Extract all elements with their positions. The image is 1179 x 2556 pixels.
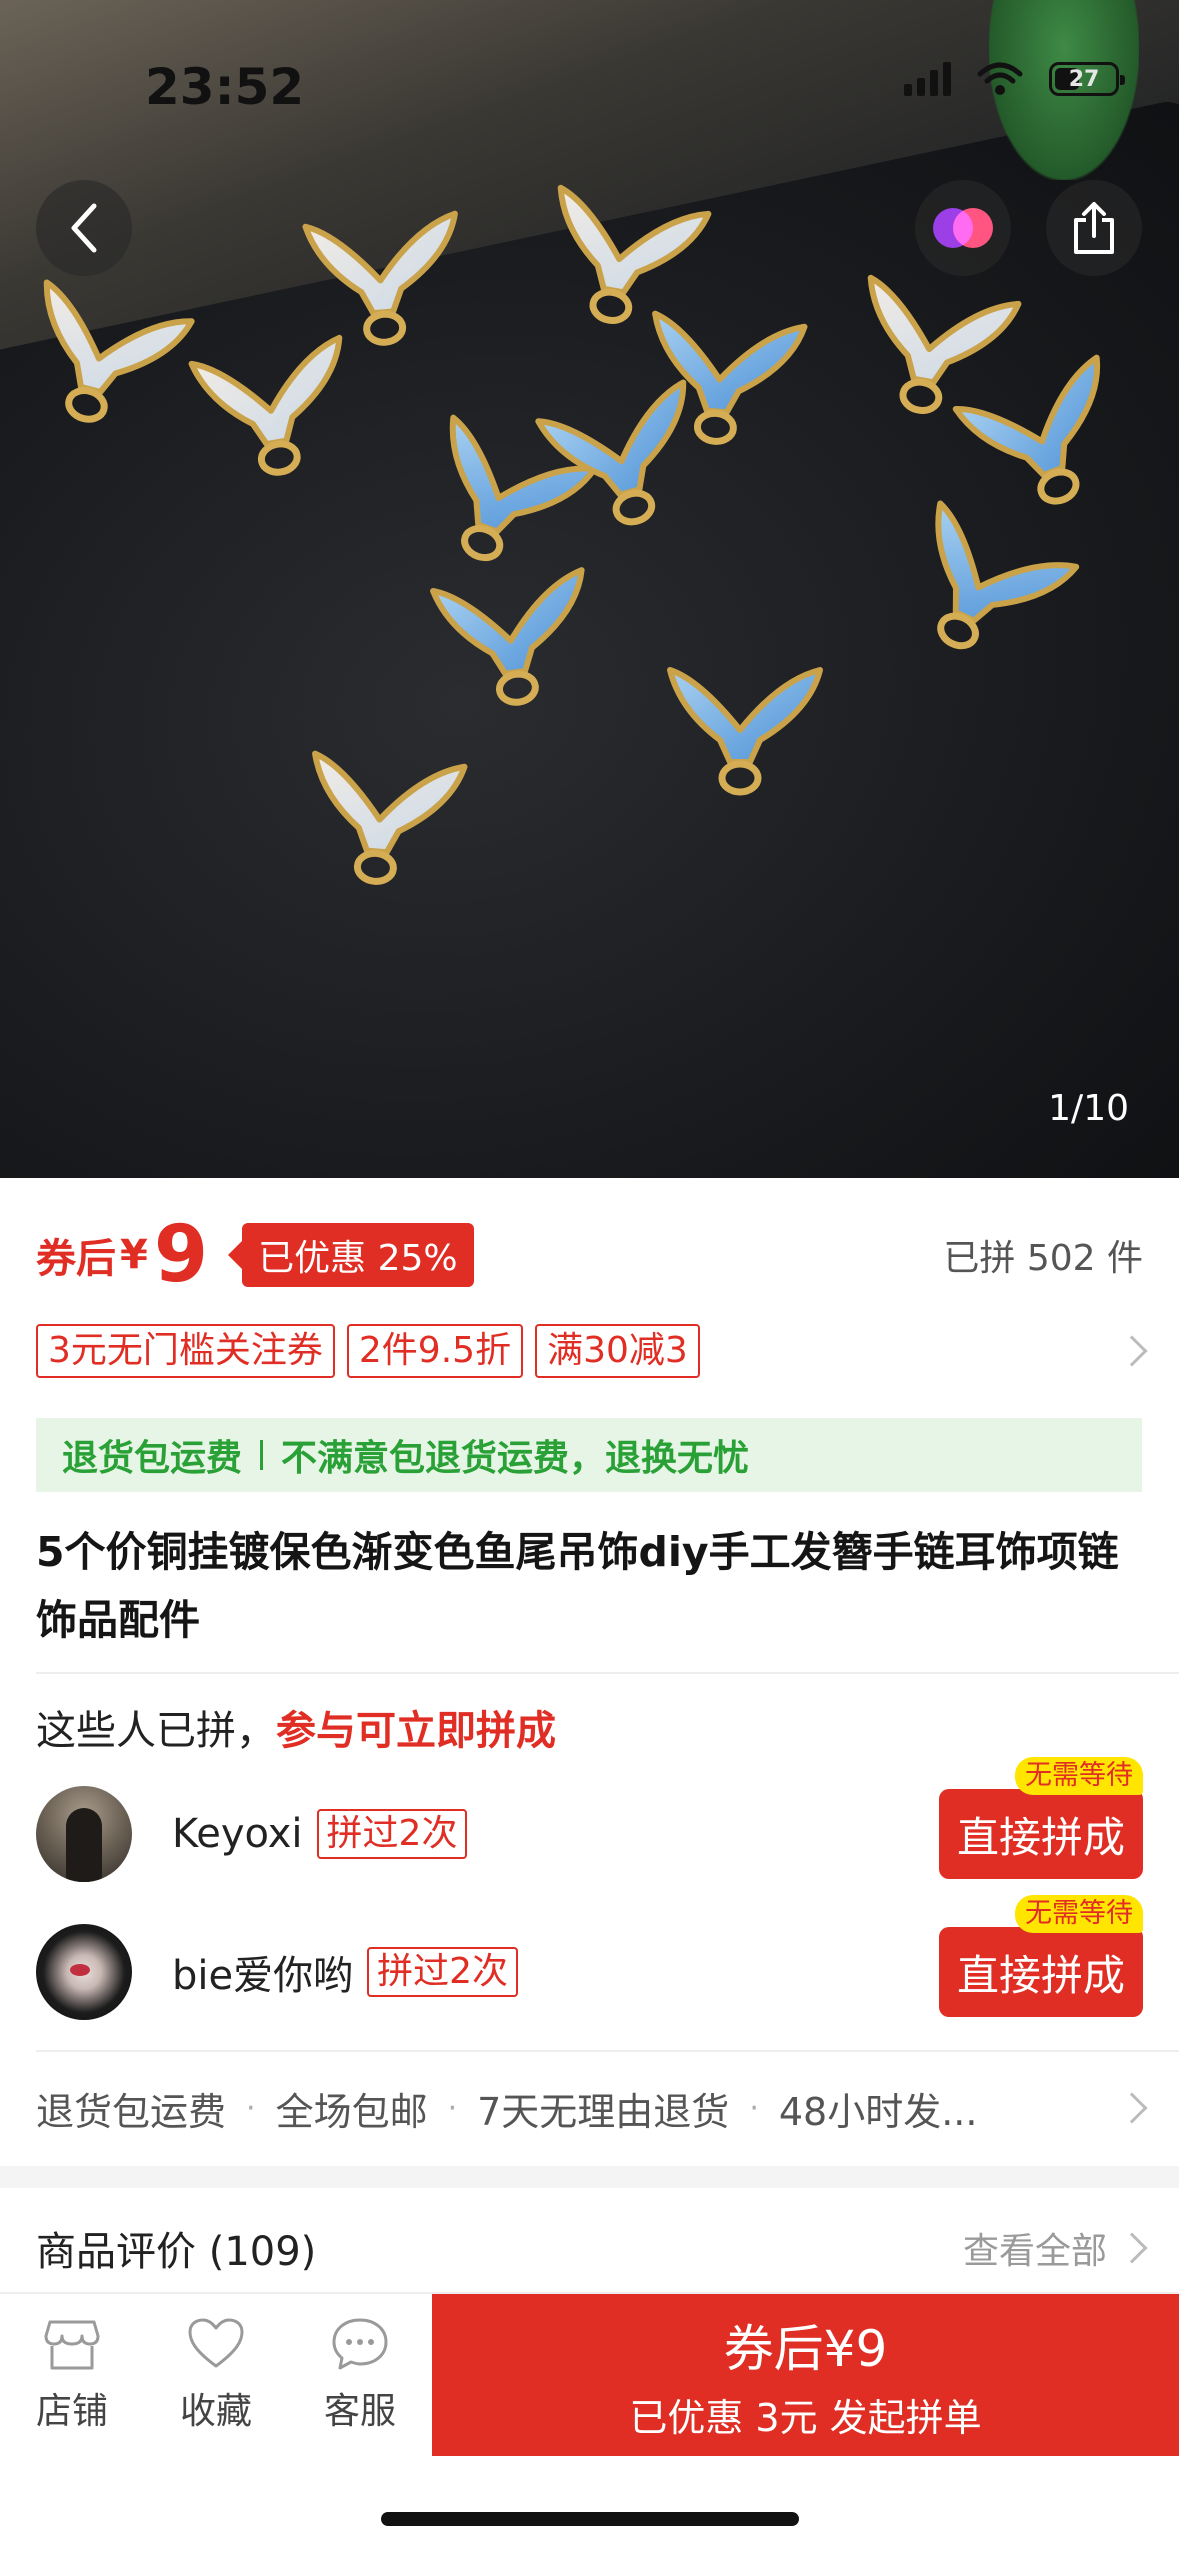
reviews-header[interactable]: 商品评价 (109) 查看全部 bbox=[36, 2218, 1148, 2278]
promo-threshold[interactable]: 满30减3 bbox=[535, 1324, 700, 1378]
wifi-icon bbox=[977, 62, 1023, 95]
return-guarantee-banner[interactable]: 退货包运费 不满意包退货运费，退换无忧 bbox=[36, 1418, 1142, 1492]
chevron-left-icon bbox=[71, 203, 97, 253]
promo-row[interactable]: 3元无门槛关注券 2件9.5折 满30减3 bbox=[36, 1322, 1148, 1380]
battery-icon: 27 bbox=[1049, 62, 1125, 96]
store-icon bbox=[44, 2320, 100, 2370]
chevron-right-icon bbox=[1116, 2232, 1148, 2264]
color-orbs-icon bbox=[931, 208, 995, 248]
join-group-button[interactable]: 直接拼成 bbox=[939, 1927, 1143, 2017]
tried-badge: 拼过2次 bbox=[316, 1809, 468, 1859]
join-group-button[interactable]: 直接拼成 bbox=[939, 1789, 1143, 1879]
home-indicator bbox=[381, 2512, 799, 2526]
separator-dot: · bbox=[246, 2090, 256, 2126]
separator-dot: · bbox=[749, 2090, 759, 2126]
group-heading-highlight: 参与可立即拼成 bbox=[276, 1708, 556, 1754]
favorite-tab[interactable]: 收藏 bbox=[144, 2294, 288, 2456]
tried-badge: 拼过2次 bbox=[367, 1947, 519, 1997]
reviews-label: 商品评价 (109) bbox=[36, 2229, 317, 2275]
bottom-action-bar: 店铺 收藏 客服 券后¥9 已优惠 3元 发起拼单 bbox=[0, 2292, 1179, 2456]
price-row: 券后 ¥ 9 已优惠 25% 已拼 502 件 bbox=[36, 1210, 1143, 1300]
whale-tail-charm bbox=[430, 567, 585, 706]
no-wait-badge: 无需等待 bbox=[1015, 1757, 1143, 1795]
customer-service-tab[interactable]: 客服 bbox=[288, 2294, 432, 2456]
guarantee-desc: 不满意包退货运费，退换无忧 bbox=[281, 1438, 750, 1479]
share-button[interactable] bbox=[1046, 180, 1142, 276]
favorite-label: 收藏 bbox=[179, 2391, 252, 2432]
product-title: 5个价铜挂镀保色渐变色鱼尾吊饰diy手工发簪手链耳饰项链饰品配件 bbox=[36, 1528, 1119, 1644]
divider-bar bbox=[260, 1440, 264, 1470]
chevron-right-icon bbox=[1116, 2092, 1148, 2124]
status-time: 23:52 bbox=[145, 58, 305, 116]
view-all-reviews-link[interactable]: 查看全部 bbox=[962, 2222, 1148, 2274]
product-image-gallery[interactable]: 23:52 27 1/10 bbox=[0, 0, 1179, 1178]
back-button[interactable] bbox=[36, 180, 132, 276]
no-wait-badge: 无需等待 bbox=[1015, 1895, 1143, 1933]
group-buyer-row: Keyoxi 拼过2次 无需等待 直接拼成 bbox=[36, 1757, 1143, 1884]
chat-bubble-icon bbox=[332, 2318, 388, 2370]
buyer-name: bie爱你哟 bbox=[172, 1953, 354, 1999]
service-item: 48小时发... bbox=[778, 2089, 978, 2134]
price-amount: 9 bbox=[153, 1210, 209, 1300]
signal-icon bbox=[904, 62, 951, 96]
avatar bbox=[36, 1924, 132, 2020]
sold-count: 已拼 502 件 bbox=[943, 1238, 1143, 1279]
service-guarantees-row[interactable]: 退货包运费 · 全场包邮 · 7天无理由退货 · 48小时发... bbox=[36, 2078, 1148, 2138]
discount-tag: 已优惠 25% bbox=[228, 1223, 474, 1287]
join-group-wrapper: 无需等待 直接拼成 bbox=[939, 1895, 1143, 2017]
buyer-name: Keyoxi bbox=[172, 1811, 303, 1857]
start-group-buy-button[interactable]: 券后¥9 已优惠 3元 发起拼单 bbox=[432, 2294, 1179, 2456]
separator-dot: · bbox=[447, 2090, 458, 2126]
promo-discount[interactable]: 2件9.5折 bbox=[346, 1324, 524, 1378]
divider bbox=[36, 2050, 1179, 2052]
view-all-text: 查看全部 bbox=[962, 2231, 1107, 2272]
whale-tail-charm bbox=[667, 667, 823, 796]
divider bbox=[36, 1672, 1179, 1674]
whale-tail-charm bbox=[652, 310, 808, 445]
join-group-wrapper: 无需等待 直接拼成 bbox=[939, 1757, 1143, 1879]
currency-symbol: ¥ bbox=[120, 1232, 148, 1278]
heart-icon bbox=[188, 2318, 244, 2368]
service-item: 7天无理由退货 bbox=[477, 2089, 730, 2134]
group-buyer-row: bie爱你哟 拼过2次 无需等待 直接拼成 bbox=[36, 1895, 1143, 2022]
service-item: 退货包运费 bbox=[36, 2089, 227, 2134]
service-item: 全场包邮 bbox=[275, 2089, 428, 2134]
group-heading-text: 这些人已拼， bbox=[36, 1708, 276, 1754]
guarantee-title: 退货包运费 bbox=[62, 1438, 243, 1479]
whale-tail-charm bbox=[312, 750, 468, 885]
whale-tail-charm bbox=[188, 334, 343, 476]
shop-tab[interactable]: 店铺 bbox=[0, 2294, 144, 2456]
buy-button-subtitle: 已优惠 3元 发起拼单 bbox=[629, 2395, 982, 2440]
chevron-right-icon bbox=[1116, 1335, 1148, 1367]
buy-button-price: 券后¥9 bbox=[723, 2319, 888, 2378]
group-buy-heading: 这些人已拼，参与可立即拼成 bbox=[36, 1698, 556, 1756]
share-icon bbox=[1074, 202, 1114, 254]
status-icons: 27 bbox=[904, 62, 1125, 96]
image-counter: 1/10 bbox=[1048, 1088, 1129, 1129]
avatar bbox=[36, 1786, 132, 1882]
theme-toggle-button[interactable] bbox=[915, 180, 1011, 276]
customer-service-label: 客服 bbox=[323, 2391, 396, 2432]
promo-coupon[interactable]: 3元无门槛关注券 bbox=[36, 1324, 335, 1378]
section-separator bbox=[0, 2166, 1179, 2188]
shop-label: 店铺 bbox=[35, 2391, 108, 2432]
price-prefix: 券后 bbox=[36, 1236, 116, 1282]
